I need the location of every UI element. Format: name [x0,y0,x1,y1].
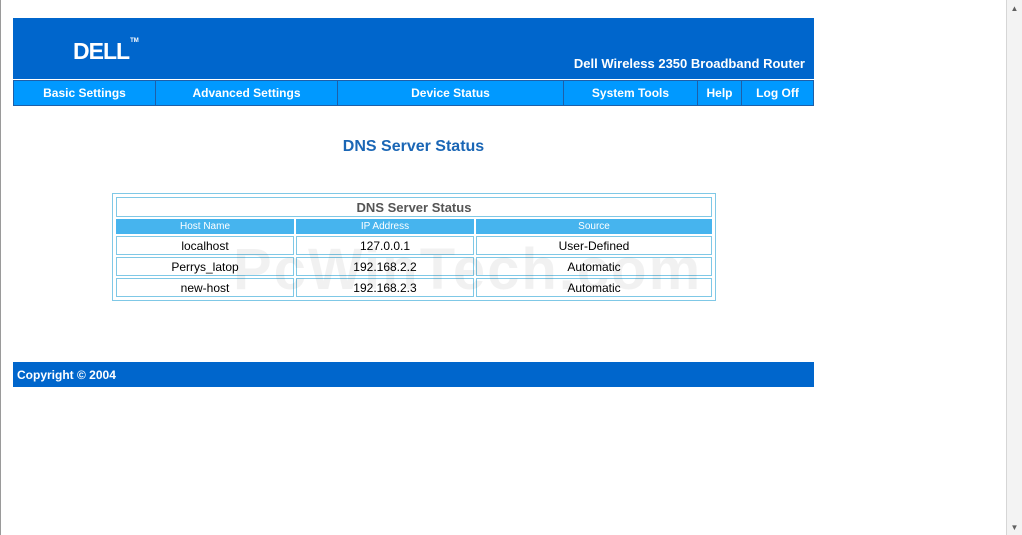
ip-address-cell: 192.168.2.2 [296,257,474,276]
nav-log-off[interactable]: Log Off [742,81,813,105]
ip-address-cell: 192.168.2.3 [296,278,474,297]
source-cell: Automatic [476,278,712,297]
logo-trademark: TM [130,38,139,44]
nav-device-status[interactable]: Device Status [338,81,564,105]
ip-address-cell: 127.0.0.1 [296,236,474,255]
nav-system-tools[interactable]: System Tools [564,81,698,105]
host-name-cell: Perrys_latop [116,257,294,276]
nav-advanced-settings[interactable]: Advanced Settings [156,81,338,105]
host-name-cell: new-host [116,278,294,297]
scroll-down-icon[interactable]: ▼ [1007,519,1022,535]
table-caption: DNS Server Status [116,197,712,217]
copyright-text: Copyright © 2004 [17,367,116,382]
main-navbar: Basic Settings Advanced Settings Device … [13,80,814,106]
column-header-source: Source [476,219,712,234]
vertical-scrollbar[interactable]: ▲ ▼ [1006,0,1022,535]
table-row: new-host 192.168.2.3 Automatic [116,278,712,297]
table-row: Perrys_latop 192.168.2.2 Automatic [116,257,712,276]
source-cell: Automatic [476,257,712,276]
column-header-host-name: Host Name [116,219,294,234]
page-title: DNS Server Status [342,138,485,155]
nav-basic-settings[interactable]: Basic Settings [14,81,156,105]
column-header-ip-address: IP Address [296,219,474,234]
nav-help[interactable]: Help [698,81,742,105]
logo-text: DELL [73,38,130,64]
source-cell: User-Defined [476,236,712,255]
host-name-cell: localhost [116,236,294,255]
header-banner: DELLTM Dell Wireless 2350 Broadband Rout… [13,18,814,79]
dns-status-table: DNS Server Status Host Name IP Address S… [112,193,716,301]
footer-bar: Copyright © 2004 [13,362,814,387]
dell-logo: DELLTM [73,38,139,65]
table-row: localhost 127.0.0.1 User-Defined [116,236,712,255]
scroll-up-icon[interactable]: ▲ [1007,0,1022,16]
product-title: Dell Wireless 2350 Broadband Router [573,56,805,71]
